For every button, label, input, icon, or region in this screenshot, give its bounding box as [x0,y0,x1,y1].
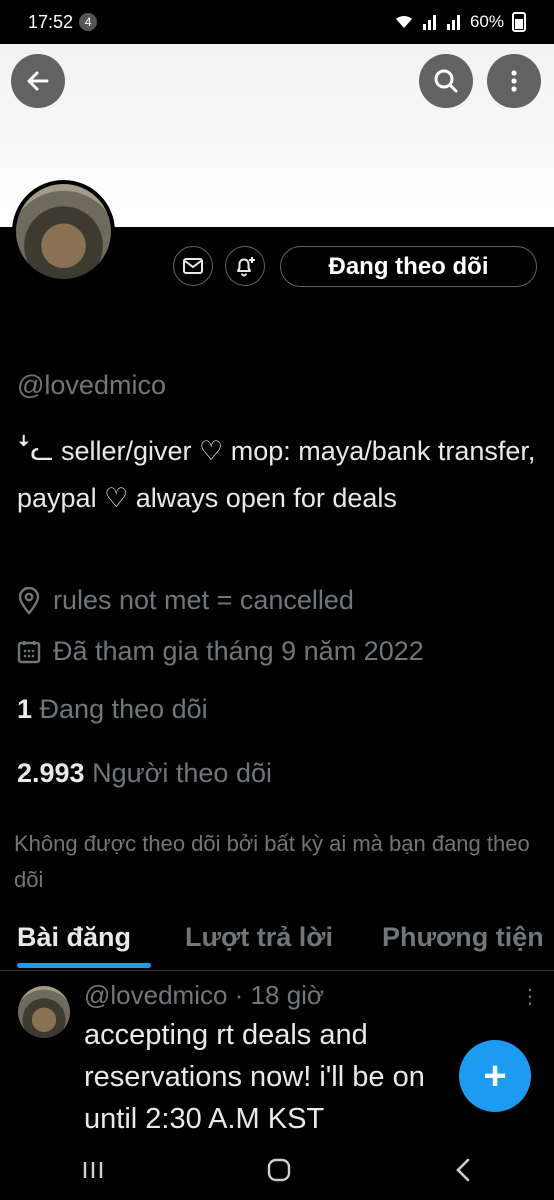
mail-icon [183,258,203,274]
more-vertical-icon [511,70,517,92]
signal-icon-2 [446,15,460,30]
status-time: 17:52 [28,11,74,32]
system-nav-bar [0,1140,554,1200]
post-header: @lovedmico · 18 giờ [84,980,324,1010]
active-tab-indicator [17,963,151,968]
message-button[interactable] [173,246,213,286]
calendar-icon [17,640,41,663]
location-pin-icon [18,586,40,615]
search-icon [434,69,458,93]
tab-replies[interactable]: Lượt trả lời [185,922,333,953]
status-left: 17:52 4 [28,11,98,33]
following-count-link[interactable]: 1 Đang theo dõi [17,694,208,725]
back-nav-icon[interactable] [453,1157,473,1183]
arrow-left-icon [27,71,49,91]
wifi-icon [395,15,412,28]
following-button[interactable]: Đang theo dõi [280,246,537,287]
joined-text: Đã tham gia tháng 9 năm 2022 [53,636,424,666]
profile-bio: ꜜᓚ seller/giver ♡ mop: maya/bank transfe… [17,436,536,513]
avatar-image [16,184,111,279]
post-more-icon[interactable]: ⋮ [520,984,540,1009]
tab-media[interactable]: Phương tiện [382,922,544,953]
recent-apps-icon[interactable] [81,1159,105,1181]
plus-icon: + [483,1053,507,1098]
followers-count-link[interactable]: 2.993 Người theo dõi [17,758,272,789]
following-count: 1 [17,694,33,724]
followers-label: Người theo dõi [92,758,272,788]
post-avatar[interactable] [18,986,70,1038]
tabs-divider [0,970,554,971]
profile-handle: @lovedmico [17,370,166,400]
status-bar: 17:52 4 60% [0,0,554,44]
location-text: rules not met = cancelled [53,585,354,615]
post-text: accepting rt deals and reservations now!… [84,1019,425,1135]
tab-posts[interactable]: Bài đăng [17,922,131,953]
compose-post-button[interactable]: + [459,1040,531,1112]
notification-count-badge: 4 [79,13,98,31]
more-options-button[interactable] [487,54,541,108]
back-button[interactable] [11,54,65,108]
battery-icon [512,12,526,32]
joined-row: Đã tham gia tháng 9 năm 2022 [17,636,424,667]
bell-plus-icon [237,257,255,277]
status-right: 60% [394,12,526,32]
signal-icon [422,15,436,30]
following-label: Đang theo dõi [39,694,208,724]
mutual-followers-note: Không được theo dõi bởi bất kỳ ai mà bạn… [14,831,530,892]
profile-avatar[interactable] [12,180,115,283]
search-button[interactable] [419,54,473,108]
location-row: rules not met = cancelled [17,585,354,616]
followers-count: 2.993 [17,758,85,788]
battery-percent: 60% [469,12,504,31]
home-icon[interactable] [266,1157,292,1183]
notifications-button[interactable] [225,246,265,286]
